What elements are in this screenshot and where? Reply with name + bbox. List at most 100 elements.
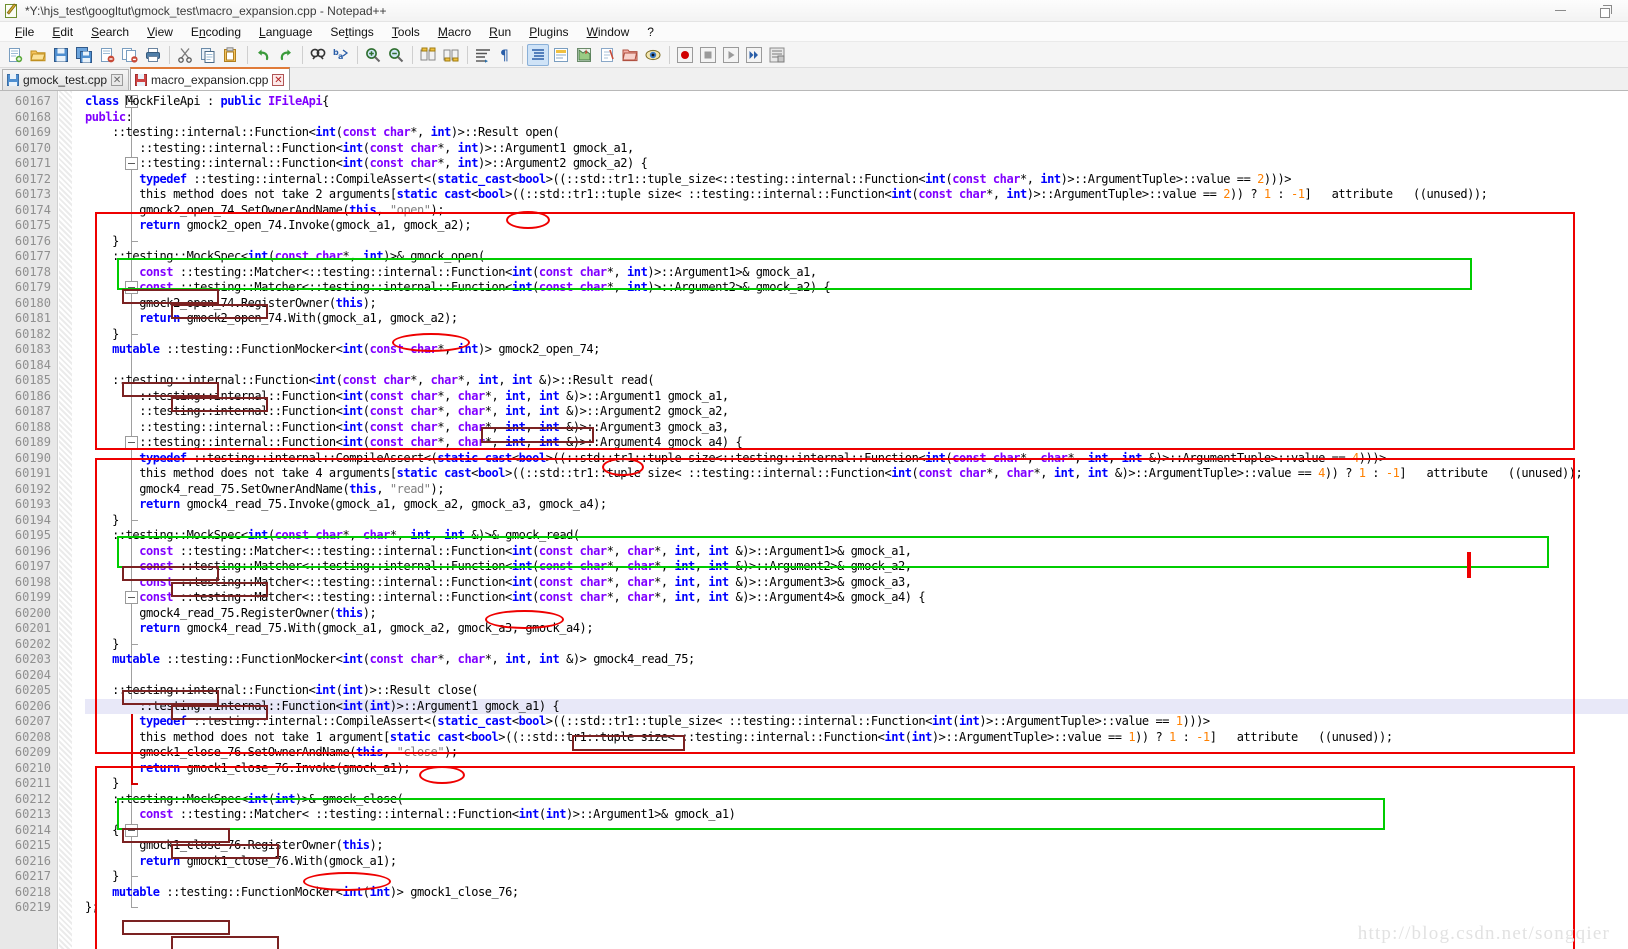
code-line[interactable]: this method does not take 4 arguments[st… xyxy=(85,466,1628,482)
code-line[interactable]: const ::testing::Matcher<::testing::inte… xyxy=(85,575,1628,591)
cut-icon[interactable] xyxy=(174,44,196,66)
fold-margin[interactable] xyxy=(59,91,138,949)
redo-icon[interactable] xyxy=(275,44,297,66)
save-macro-icon[interactable] xyxy=(766,44,788,66)
code-line[interactable]: const ::testing::Matcher<::testing::inte… xyxy=(85,590,1628,606)
code-line[interactable]: ::testing::internal::Function<int(int)>:… xyxy=(85,698,1628,714)
code-line[interactable]: const ::testing::Matcher<::testing::inte… xyxy=(85,544,1628,560)
sync-vertical-icon[interactable] xyxy=(417,44,439,66)
code-line[interactable] xyxy=(85,358,1628,374)
code-line[interactable]: ::testing::MockSpec<int(const char*, int… xyxy=(85,249,1628,265)
copy-icon[interactable] xyxy=(197,44,219,66)
menu-item-window[interactable]: Window xyxy=(578,23,639,41)
menu-item-plugins[interactable]: Plugins xyxy=(520,23,577,41)
code-line[interactable]: gmock1_close_76.RegisterOwner(this); xyxy=(85,838,1628,854)
close-all-icon[interactable] xyxy=(119,44,141,66)
new-file-icon[interactable] xyxy=(4,44,26,66)
tab-close-icon[interactable]: ✕ xyxy=(272,73,285,86)
code-line[interactable]: return gmock1_close_76.With(gmock_a1); xyxy=(85,854,1628,870)
menu-item-edit[interactable]: Edit xyxy=(43,23,82,41)
menu-item-view[interactable]: View xyxy=(138,23,182,41)
code-line[interactable]: return gmock2_open_74.With(gmock_a1, gmo… xyxy=(85,311,1628,327)
tab-gmock_test-cpp[interactable]: gmock_test.cpp ✕ xyxy=(2,69,130,90)
menu-item-run[interactable]: Run xyxy=(480,23,520,41)
code-line[interactable]: gmock2_open_74.RegisterOwner(this); xyxy=(85,296,1628,312)
code-line[interactable]: } xyxy=(85,776,1628,792)
code-line[interactable]: ::testing::internal::Function<int(const … xyxy=(85,389,1628,405)
code-line[interactable]: } xyxy=(85,869,1628,885)
save-all-icon[interactable] xyxy=(73,44,95,66)
tab-close-icon[interactable]: ✕ xyxy=(111,74,124,86)
word-wrap-icon[interactable] xyxy=(472,44,494,66)
code-line[interactable]: public: xyxy=(85,110,1628,126)
code-line[interactable]: return gmock4_read_75.Invoke(gmock_a1, g… xyxy=(85,497,1628,513)
code-line[interactable]: ::testing::MockSpec<int(const char*, cha… xyxy=(85,528,1628,544)
code-line[interactable]: }; xyxy=(85,900,1628,916)
code-line[interactable]: gmock1_close_76.SetOwnerAndName(this, "c… xyxy=(85,745,1628,761)
undo-icon[interactable] xyxy=(252,44,274,66)
folder-workspace-icon[interactable] xyxy=(619,44,641,66)
code-line[interactable]: } xyxy=(85,234,1628,250)
code-line[interactable]: { xyxy=(85,823,1628,839)
zoom-in-icon[interactable] xyxy=(362,44,384,66)
menu-item-settings[interactable]: Settings xyxy=(321,23,382,41)
code-line[interactable]: const ::testing::Matcher<::testing::inte… xyxy=(85,559,1628,575)
code-line[interactable]: typedef ::testing::internal::CompileAsse… xyxy=(85,451,1628,467)
code-line[interactable]: this method does not take 2 arguments[st… xyxy=(85,187,1628,203)
code-line[interactable]: mutable ::testing::FunctionMocker<int(co… xyxy=(85,342,1628,358)
find-icon[interactable] xyxy=(307,44,329,66)
run-multi-macro-icon[interactable] xyxy=(743,44,765,66)
show-all-chars-icon[interactable]: ¶ xyxy=(495,44,517,66)
play-macro-icon[interactable] xyxy=(720,44,742,66)
code-line[interactable]: mutable ::testing::FunctionMocker<int(in… xyxy=(85,885,1628,901)
code-line[interactable]: gmock4_read_75.SetOwnerAndName(this, "re… xyxy=(85,482,1628,498)
sync-horizontal-icon[interactable] xyxy=(440,44,462,66)
paste-icon[interactable] xyxy=(220,44,242,66)
code-line[interactable]: } xyxy=(85,513,1628,529)
close-file-icon[interactable] xyxy=(96,44,118,66)
code-line[interactable]: ::testing::internal::Function<int(const … xyxy=(85,156,1628,172)
menu-item-encoding[interactable]: Encoding xyxy=(182,23,250,41)
code-line[interactable]: ::testing::internal::Function<int(const … xyxy=(85,404,1628,420)
code-line[interactable]: const ::testing::Matcher<::testing::inte… xyxy=(85,265,1628,281)
menu-item-tools[interactable]: Tools xyxy=(383,23,429,41)
code-line[interactable]: const ::testing::Matcher<::testing::inte… xyxy=(85,280,1628,296)
code-line[interactable]: ::testing::internal::Function<int(const … xyxy=(85,141,1628,157)
menu-item-language[interactable]: Language xyxy=(250,23,321,41)
code-content[interactable]: class MockFileApi : public IFileApi{publ… xyxy=(85,91,1628,949)
code-line[interactable]: typedef ::testing::internal::CompileAsse… xyxy=(85,714,1628,730)
code-line[interactable]: } xyxy=(85,327,1628,343)
code-line[interactable]: typedef ::testing::internal::CompileAsse… xyxy=(85,172,1628,188)
code-line[interactable] xyxy=(85,668,1628,684)
minimize-button[interactable] xyxy=(1538,0,1583,22)
code-line[interactable]: ::testing::MockSpec<int(int)>& gmock_clo… xyxy=(85,792,1628,808)
code-line[interactable]: ::testing::internal::Function<int(int)>:… xyxy=(85,683,1628,699)
code-line[interactable]: return gmock2_open_74.Invoke(gmock_a1, g… xyxy=(85,218,1628,234)
code-line[interactable]: gmock2_open_74.SetOwnerAndName(this, "op… xyxy=(85,203,1628,219)
code-line[interactable]: mutable ::testing::FunctionMocker<int(co… xyxy=(85,652,1628,668)
menu-item-[interactable]: ? xyxy=(638,23,663,41)
code-line[interactable]: ::testing::internal::Function<int(const … xyxy=(85,373,1628,389)
menu-item-search[interactable]: Search xyxy=(82,23,138,41)
code-line[interactable]: } xyxy=(85,637,1628,653)
menu-item-file[interactable]: File xyxy=(6,23,43,41)
stop-macro-icon[interactable] xyxy=(697,44,719,66)
monitor-icon[interactable] xyxy=(642,44,664,66)
code-line[interactable]: this method does not take 1 argument[sta… xyxy=(85,730,1628,746)
code-line[interactable]: ::testing::internal::Function<int(const … xyxy=(85,420,1628,436)
editor-area[interactable]: 60167 60168 60169 60170 60171 60172 60173 60174… xyxy=(0,91,1628,949)
code-line[interactable]: ::testing::internal::Function<int(const … xyxy=(85,435,1628,451)
zoom-out-icon[interactable] xyxy=(385,44,407,66)
code-line[interactable]: ::testing::internal::Function<int(const … xyxy=(85,125,1628,141)
code-line[interactable]: class MockFileApi : public IFileApi{ xyxy=(85,94,1628,110)
print-icon[interactable] xyxy=(142,44,164,66)
code-line[interactable]: gmock4_read_75.RegisterOwner(this); xyxy=(85,606,1628,622)
indent-guide-icon[interactable] xyxy=(527,43,549,66)
code-line[interactable]: const ::testing::Matcher< ::testing::int… xyxy=(85,807,1628,823)
code-line[interactable]: return gmock4_read_75.With(gmock_a1, gmo… xyxy=(85,621,1628,637)
code-line[interactable]: return gmock1_close_76.Invoke(gmock_a1); xyxy=(85,761,1628,777)
replace-icon[interactable]: ba xyxy=(330,44,352,66)
tab-macro_expansion-cpp[interactable]: macro_expansion.cpp ✕ xyxy=(130,67,291,90)
doc-map-icon[interactable] xyxy=(573,44,595,66)
save-icon[interactable] xyxy=(50,44,72,66)
